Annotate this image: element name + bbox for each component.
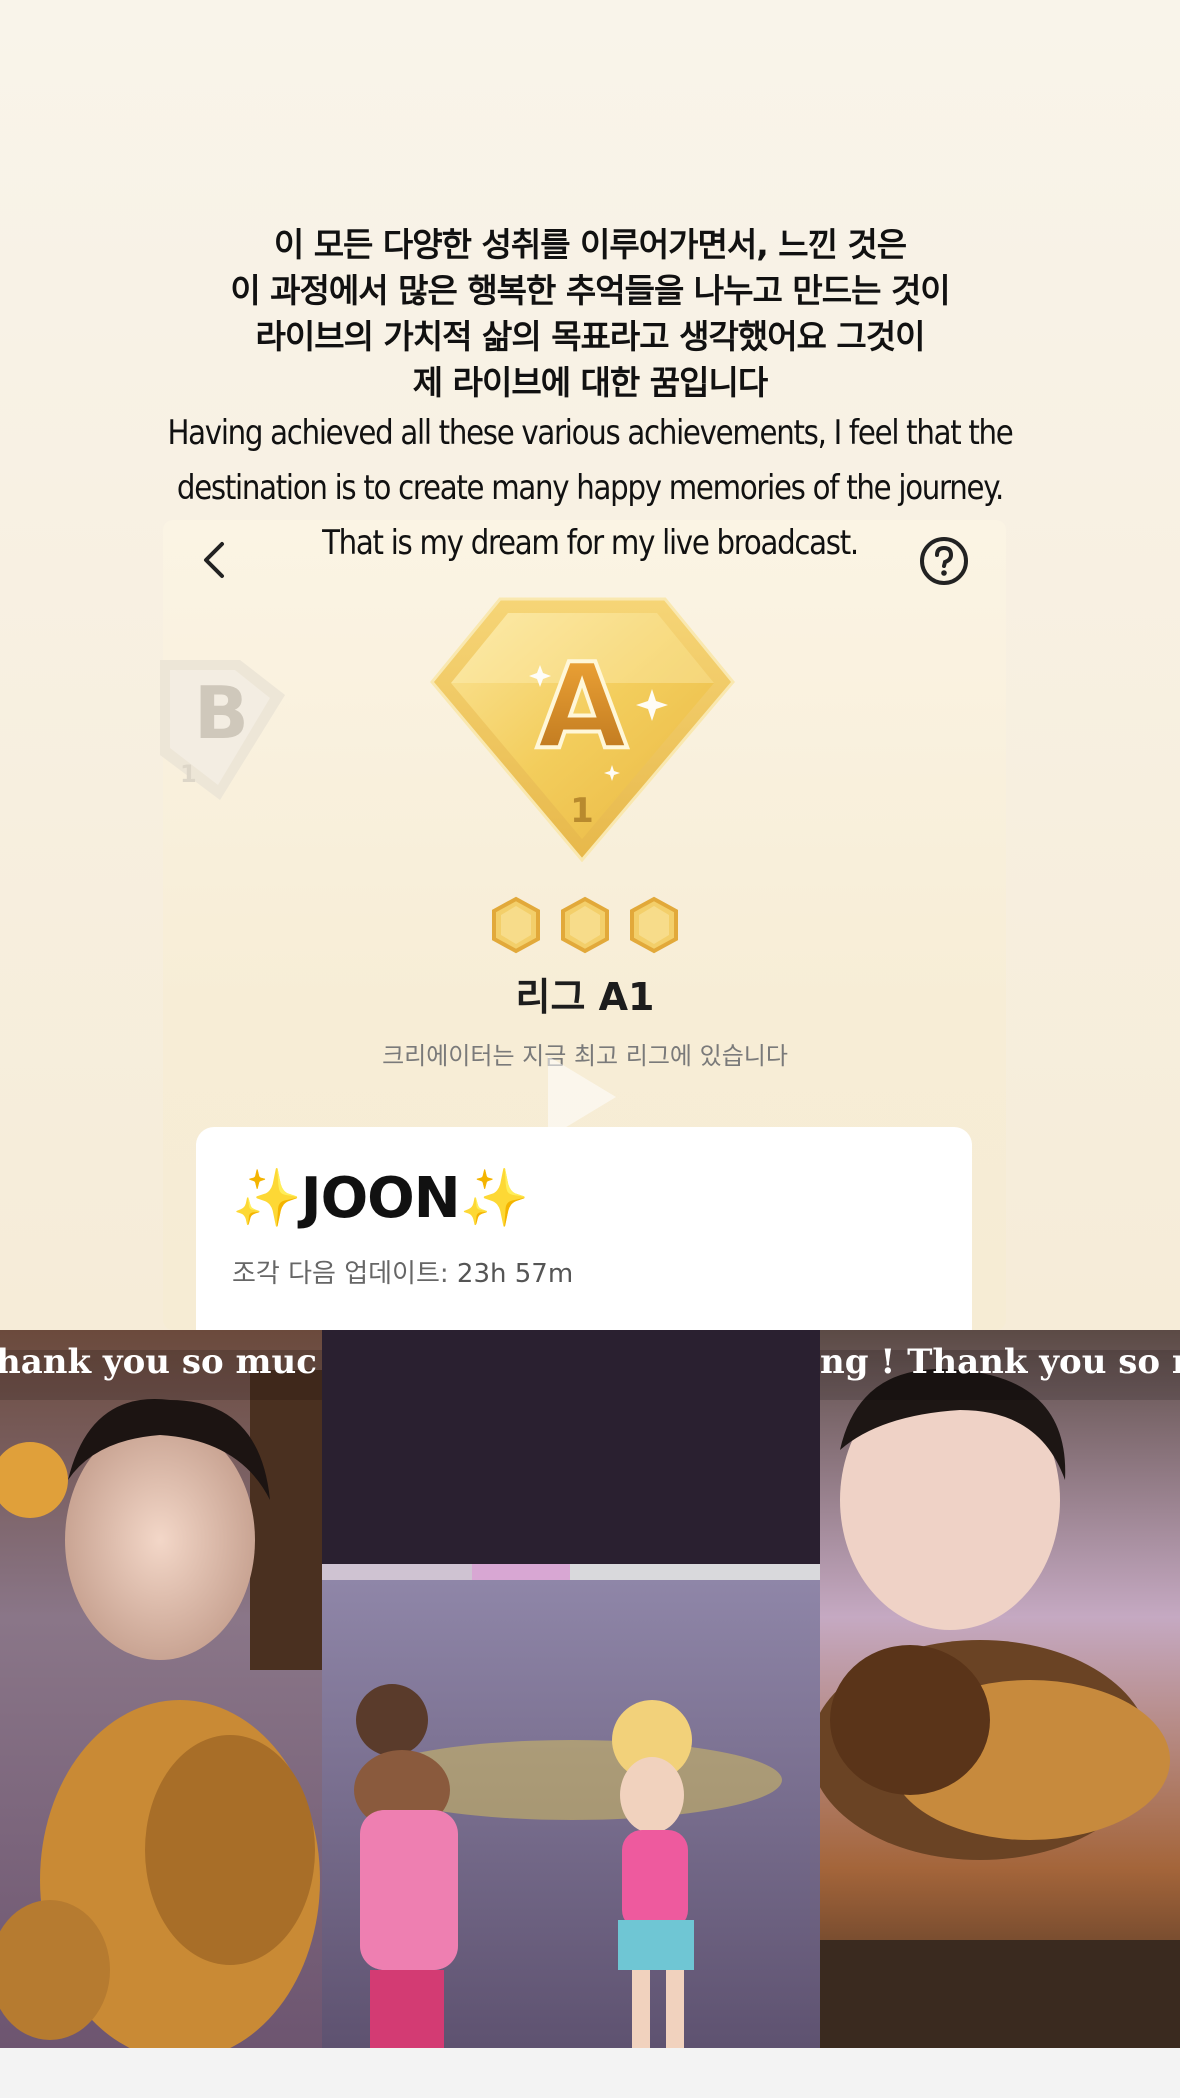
piece-hexagon-icon <box>630 896 678 954</box>
photo-avatar-dance-party <box>322 1580 820 2048</box>
caption-korean-line: 제 라이브에 대한 꿈입니다 <box>412 363 768 402</box>
creator-name: ✨JOON✨ <box>232 1166 529 1231</box>
caption-korean: 이 모든 다양한 성취를 이루어가면서, 느낀 것은 이 과정에서 많은 행복한… <box>0 222 1180 406</box>
caption-korean-line: 라이브의 가치적 삶의 목표라고 생각했어요 그것이 <box>255 317 925 356</box>
next-update: 조각 다음 업데이트: 23h 57m <box>232 1253 573 1290</box>
previous-league-badge[interactable]: B 1 <box>160 640 290 810</box>
chevron-left-icon[interactable] <box>196 536 230 584</box>
caption-english-line: destination is to create many happy memo… <box>176 468 1004 508</box>
piece-hexagon-icon <box>561 896 609 954</box>
league-a-badge: A 1 <box>430 597 735 862</box>
league-pieces <box>492 896 678 954</box>
photo-collage: hank you so muc ng ! Thank you so <box>0 1330 1180 2048</box>
caption-korean-line: 이 과정에서 많은 행복한 추억들을 나누고 만드는 것이 <box>230 271 950 310</box>
next-update-value: 23h 57m <box>456 1259 574 1289</box>
next-update-label: 조각 다음 업데이트: <box>232 1259 449 1289</box>
previous-badge-letter: B <box>194 671 249 755</box>
caption-english-line: Having achieved all these various achiev… <box>167 413 1013 453</box>
bottom-bar <box>0 2048 1180 2098</box>
story-caption: 이 모든 다양한 성취를 이루어가면서, 느낀 것은 이 과정에서 많은 행복한… <box>0 222 1180 571</box>
creator-card: ✨JOON✨ 조각 다음 업데이트: 23h 57m <box>196 1127 972 1330</box>
league-title: 리그 A1 <box>515 975 655 1019</box>
question-circle-icon[interactable] <box>918 535 970 587</box>
piece-hexagon-icon <box>492 896 540 954</box>
photo-lion-scene-right: ng ! Thank you so much <box>820 1330 1180 2048</box>
previous-badge-level: 1 <box>180 760 197 788</box>
photo-overlay-text-left: hank you so muc <box>0 1342 317 1382</box>
caption-korean-line: 이 모든 다양한 성취를 이루어가면서, 느낀 것은 <box>273 225 907 264</box>
photo-overlay-text-right: ng ! Thank you so much <box>820 1342 1180 1382</box>
badge-letter: A <box>536 637 627 775</box>
badge-level: 1 <box>570 791 594 831</box>
photo-lion-scene-left: hank you so muc <box>0 1330 322 2048</box>
